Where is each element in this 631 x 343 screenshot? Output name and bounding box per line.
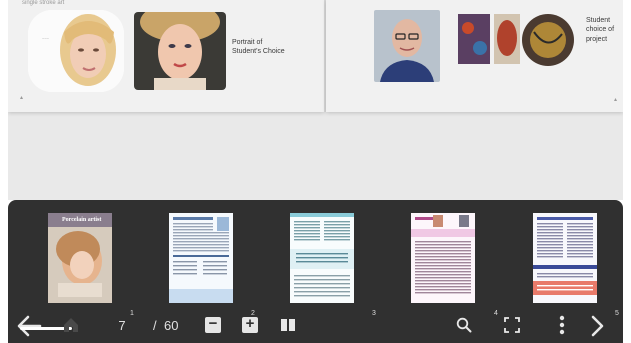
right-caption: Student choice of project xyxy=(586,16,614,44)
zoom-out-button[interactable]: − xyxy=(205,315,221,333)
thumbnail-page-2[interactable] xyxy=(169,213,233,303)
page-2-thumbnail-image xyxy=(169,213,233,303)
left-caption-line-2: Student's Choice xyxy=(232,48,285,56)
man-glasses-image xyxy=(374,10,440,82)
zoom-in-button[interactable]: + xyxy=(242,315,258,333)
page-4-thumbnail-image xyxy=(411,213,475,303)
thumbnail-page-4[interactable] xyxy=(411,213,475,303)
page-right[interactable]: Student choice of project ▴ xyxy=(326,0,623,112)
page-stage[interactable]: single stroke art ~~~ Portrait of Studen… xyxy=(8,0,623,200)
svg-text:~~~: ~~~ xyxy=(42,36,50,41)
search-icon[interactable] xyxy=(456,317,472,333)
photo-blonde-woman: ~~~ xyxy=(28,10,124,92)
photo-man-glasses xyxy=(374,10,440,82)
thumbnail-number-5: 5 xyxy=(615,310,619,317)
zoom-out-icon: − xyxy=(208,315,218,332)
zoom-in-icon: + xyxy=(245,315,255,332)
thumbnail-page-3[interactable] xyxy=(290,213,354,303)
left-caption: Portrait of Student's Choice xyxy=(232,38,285,57)
flipbook-viewer: single stroke art ~~~ Portrait of Studen… xyxy=(0,0,631,343)
thumbnail-number-3: 3 xyxy=(372,310,376,317)
cover-thumbnail-image: Porcelain artist xyxy=(48,213,112,303)
home-icon[interactable] xyxy=(62,316,80,334)
thumbnail-number-1: 1 xyxy=(130,310,134,317)
page-3-thumbnail-image xyxy=(290,213,354,303)
page-header-text: single stroke art xyxy=(22,0,65,6)
art-collage-image xyxy=(458,12,578,68)
total-pages: 60 xyxy=(164,318,179,333)
page-corner-mark-right: ▴ xyxy=(614,97,618,103)
right-caption-line-3: project xyxy=(586,35,608,43)
more-vert-icon[interactable] xyxy=(558,315,566,335)
cover-title: Porcelain artist xyxy=(62,217,101,223)
fullscreen-icon[interactable] xyxy=(504,317,520,333)
thumbnail-panel: Porcelain artist 1 2 3 4 5 xyxy=(8,200,623,343)
page-separator: / xyxy=(153,318,157,333)
next-arrow-icon[interactable] xyxy=(588,314,606,338)
blonde-woman-image: ~~~ xyxy=(28,10,124,92)
right-caption-line-2: choice of xyxy=(586,26,615,34)
photo-grace-portrait xyxy=(134,12,226,90)
page-5-thumbnail-image xyxy=(533,213,597,303)
photo-art-collage xyxy=(458,12,578,68)
thumbnail-page-5[interactable] xyxy=(533,213,597,303)
current-page-input[interactable]: 7 xyxy=(110,318,134,333)
right-caption-line-1: Student xyxy=(586,17,611,24)
left-caption-line-1: Portrait of xyxy=(232,39,263,46)
page-corner-mark: ▴ xyxy=(20,95,24,101)
grace-portrait-image xyxy=(134,12,226,90)
double-page-icon[interactable] xyxy=(280,318,296,332)
thumbnail-number-4: 4 xyxy=(494,310,498,317)
thumbnail-page-1[interactable]: Porcelain artist xyxy=(48,213,112,303)
back-arrow-icon[interactable] xyxy=(16,314,42,338)
page-left[interactable]: single stroke art ~~~ Portrait of Studen… xyxy=(8,0,324,112)
